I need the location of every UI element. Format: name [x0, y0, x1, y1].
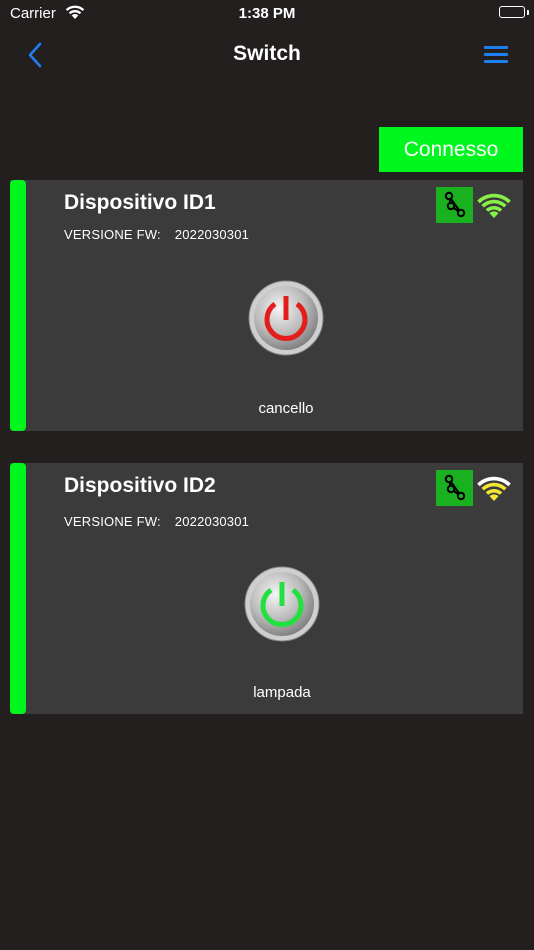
device-status-bar — [10, 463, 26, 714]
device-label: lampada — [253, 684, 311, 701]
battery-tip — [527, 10, 529, 15]
device-card-1: Dispositivo ID1 VERSIONE FW: 2022030301 — [10, 180, 523, 431]
firmware-version: 2022030301 — [174, 227, 250, 242]
wifi-signal-icon — [477, 193, 511, 218]
power-button[interactable] — [244, 566, 320, 642]
nav-bar: Switch — [0, 28, 534, 82]
device-card-2: Dispositivo ID2 VERSIONE FW: 2022030301 — [10, 463, 523, 714]
status-bar: Carrier 1:38 PM — [0, 0, 534, 28]
firmware-label: VERSIONE FW: — [64, 227, 161, 242]
mesh-badge — [436, 187, 473, 223]
device-name: Dispositivo ID2 — [64, 474, 216, 497]
device-name: Dispositivo ID1 — [64, 191, 216, 214]
device-status-bar — [10, 180, 26, 431]
firmware-row: VERSIONE FW: 2022030301 — [64, 514, 249, 529]
page-title: Switch — [233, 42, 301, 65]
connection-status-button[interactable]: Connesso — [379, 127, 523, 172]
mesh-network-icon — [444, 474, 465, 501]
status-time: 1:38 PM — [238, 5, 296, 22]
firmware-label: VERSIONE FW: — [64, 514, 161, 529]
mesh-network-icon — [444, 191, 465, 218]
wifi-signal-icon — [477, 476, 511, 501]
menu-button[interactable] — [482, 42, 512, 68]
firmware-row: VERSIONE FW: 2022030301 — [64, 227, 249, 242]
device-label: cancello — [258, 400, 314, 417]
battery-icon — [499, 6, 525, 18]
mesh-badge — [436, 470, 473, 506]
power-button[interactable] — [248, 280, 324, 356]
firmware-version: 2022030301 — [174, 514, 250, 529]
